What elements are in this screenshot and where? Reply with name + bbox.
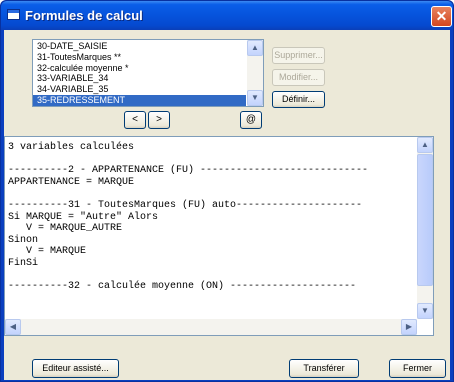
scroll-up-icon[interactable]: ▲: [247, 40, 263, 56]
prev-button[interactable]: <: [124, 111, 146, 129]
modifier-button[interactable]: Modifier...: [272, 69, 325, 86]
list-item[interactable]: 34-VARIABLE_35: [33, 84, 246, 95]
scroll-down-icon[interactable]: ▼: [247, 90, 263, 106]
formula-text-area[interactable]: 3 variables calculées ----------2 - APPAR…: [4, 136, 434, 336]
dialog-body: 30-DATE_SAISIE 31-ToutesMarques ** 32-calc…: [4, 30, 450, 380]
code-line: Sinon: [8, 234, 39, 246]
list-item[interactable]: 31-ToutesMarques **: [33, 52, 246, 63]
list-item[interactable]: 33-VARIABLE_34: [33, 73, 246, 84]
code-horizontal-scrollbar[interactable]: ◀ ▶: [5, 319, 417, 335]
window-title: Formules de calcul: [25, 8, 143, 23]
code-line: 3 variables calculées: [8, 142, 135, 153]
supprimer-button[interactable]: Supprimer...: [272, 47, 325, 64]
transferer-button[interactable]: Transférer: [289, 359, 359, 378]
code-line: V = MARQUE_AUTRE: [8, 223, 123, 235]
code-line: ----------2 - APPARTENANCE (FU) --------…: [8, 165, 369, 177]
code-line: ----------32 - calculée moyenne (ON) ---…: [8, 281, 357, 293]
code-line: V = MARQUE: [8, 246, 87, 258]
list-item[interactable]: 30-DATE_SAISIE: [33, 41, 246, 52]
code-line: APPARTENANCE = MARQUE: [8, 176, 135, 188]
window-icon: [7, 9, 20, 20]
fermer-button[interactable]: Fermer: [389, 359, 446, 378]
code-line: ----------31 - ToutesMarques (FU) auto--…: [8, 199, 363, 211]
scroll-up-icon[interactable]: ▲: [417, 137, 433, 153]
at-button[interactable]: @: [240, 111, 262, 129]
next-button[interactable]: >: [148, 111, 170, 129]
scroll-thumb[interactable]: [417, 154, 433, 286]
list-item[interactable]: 35-REDRESSEMENT: [33, 94, 246, 106]
list-item[interactable]: 32-calculée moyenne *: [33, 63, 246, 74]
scroll-left-icon[interactable]: ◀: [5, 319, 21, 335]
formula-list: 30-DATE_SAISIE 31-ToutesMarques ** 32-calc…: [33, 41, 246, 106]
title-bar[interactable]: Formules de calcul ✕: [1, 1, 453, 30]
formula-listbox[interactable]: 30-DATE_SAISIE 31-ToutesMarques ** 32-calc…: [32, 39, 264, 107]
formula-code: 3 variables calculées ----------2 - APPAR…: [8, 142, 368, 293]
code-line: Si MARQUE = "Autre" Alors: [8, 211, 159, 223]
close-button[interactable]: ✕: [431, 6, 452, 27]
editeur-assiste-button[interactable]: Editeur assisté...: [32, 359, 119, 378]
list-scrollbar[interactable]: ▲ ▼: [247, 40, 263, 106]
definir-button[interactable]: Définir...: [272, 91, 325, 108]
scroll-down-icon[interactable]: ▼: [417, 303, 433, 319]
scroll-right-icon[interactable]: ▶: [401, 319, 417, 335]
dialog-window: Formules de calcul ✕ 30-DATE_SAISIE 31-To…: [0, 0, 454, 382]
code-line: FinSi: [8, 257, 39, 269]
code-vertical-scrollbar[interactable]: ▲ ▼: [417, 137, 433, 319]
